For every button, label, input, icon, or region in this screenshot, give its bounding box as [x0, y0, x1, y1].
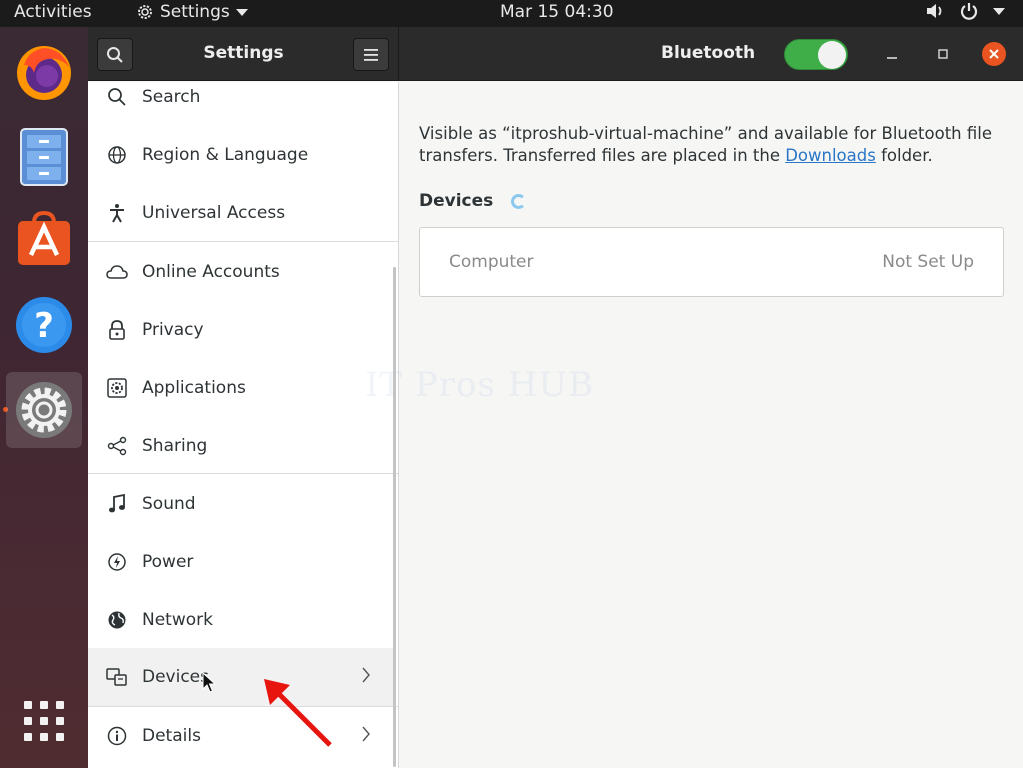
devices-heading: Devices	[419, 191, 494, 211]
file-cabinet-icon	[20, 128, 68, 186]
help-icon: ?	[16, 297, 72, 353]
sidebar-item-network[interactable]: Network	[88, 591, 393, 649]
sidebar-item-label: Universal Access	[142, 203, 286, 223]
dock-settings[interactable]	[6, 372, 82, 448]
visibility-description: Visible as “itproshub-virtual-machine” a…	[419, 123, 1009, 167]
firefox-icon	[17, 46, 71, 100]
volume-icon	[927, 4, 942, 18]
sidebar-item-sharing[interactable]: Sharing	[88, 417, 393, 475]
share-icon	[106, 435, 128, 457]
network-globe-icon	[106, 609, 128, 631]
sidebar-item-label: Sound	[142, 494, 196, 514]
sidebar-item-label: Network	[142, 610, 213, 630]
device-list: Computer Not Set Up	[419, 227, 1004, 297]
hamburger-menu-icon	[364, 48, 378, 61]
dock-help[interactable]: ?	[6, 287, 82, 363]
sidebar-item-online-accounts[interactable]: Online Accounts	[88, 243, 393, 301]
sidebar-item-label: Power	[142, 552, 194, 572]
sidebar-item-universal-access[interactable]: Universal Access	[88, 184, 393, 242]
sidebar-item-applications[interactable]: Applications	[88, 359, 393, 417]
red-arrow-annotation	[264, 679, 332, 747]
device-name: Computer	[449, 252, 534, 272]
sidebar-item-label: Sharing	[142, 436, 208, 456]
description-text-end: folder.	[875, 146, 933, 165]
sidebar-item-label: Applications	[142, 378, 246, 398]
info-icon	[106, 725, 128, 747]
globe-icon	[106, 144, 128, 166]
dock-firefox[interactable]	[6, 35, 82, 111]
top-bar: Activities Settings Mar 15 04:30	[0, 0, 1023, 27]
app-menu[interactable]: Settings	[136, 2, 248, 22]
lock-icon	[106, 319, 128, 341]
dock-files[interactable]	[6, 119, 82, 195]
sidebar-divider	[88, 473, 398, 474]
chevron-right-icon	[361, 665, 371, 689]
header-bar: Settings Bluetooth	[88, 27, 1023, 81]
sidebar-item-label: Privacy	[142, 320, 204, 340]
sidebar-item-search[interactable]: Search	[88, 82, 393, 126]
chevron-down-icon	[235, 8, 248, 16]
clock[interactable]: Mar 15 04:30	[500, 2, 614, 22]
sidebar-item-devices[interactable]: Devices	[88, 648, 393, 706]
sidebar-item-label: Details	[142, 726, 201, 746]
mouse-cursor-icon	[202, 672, 216, 693]
gear-icon	[138, 5, 152, 19]
loading-spinner-icon	[511, 193, 527, 209]
system-tray[interactable]	[925, 1, 1005, 21]
power-icon	[960, 3, 978, 20]
chevron-right-icon	[361, 724, 371, 748]
menu-button[interactable]	[353, 38, 389, 71]
dock-software[interactable]	[6, 199, 82, 275]
bluetooth-toggle[interactable]	[784, 39, 848, 70]
app-grid-icon	[24, 701, 64, 741]
sidebar-item-label: Devices	[142, 667, 209, 687]
settings-sidebar: Search Region & Language Universal Acces…	[88, 82, 399, 768]
devices-icon	[106, 666, 128, 688]
dock: ?	[0, 27, 88, 768]
sidebar-item-region-language[interactable]: Region & Language	[88, 126, 393, 184]
toggle-knob	[818, 41, 846, 69]
sidebar-item-privacy[interactable]: Privacy	[88, 301, 393, 359]
sidebar-item-sound[interactable]: Sound	[88, 475, 393, 533]
close-icon	[989, 49, 999, 59]
applications-icon	[106, 377, 128, 399]
sidebar-item-details[interactable]: Details	[88, 707, 393, 765]
sidebar-item-label: Search	[142, 87, 201, 107]
downloads-link[interactable]: Downloads	[785, 146, 876, 165]
sidebar-item-label: Online Accounts	[142, 262, 280, 282]
maximize-icon	[938, 49, 948, 59]
music-note-icon	[106, 493, 128, 515]
bluetooth-panel: Visible as “itproshub-virtual-machine” a…	[400, 82, 1023, 768]
sidebar-divider	[88, 241, 398, 242]
accessibility-icon	[106, 202, 128, 224]
device-status: Not Set Up	[882, 252, 974, 272]
panel-title: Bluetooth	[661, 43, 756, 63]
activities-button[interactable]: Activities	[14, 2, 92, 22]
app-menu-label: Settings	[160, 2, 230, 22]
minimize-icon	[887, 57, 897, 59]
settings-gear-icon	[16, 382, 72, 438]
chevron-down-icon	[993, 7, 1005, 15]
maximize-button[interactable]	[932, 43, 954, 65]
dock-show-applications[interactable]	[6, 683, 82, 759]
close-button[interactable]	[982, 42, 1006, 66]
search-icon	[106, 86, 128, 108]
sidebar-scrollbar[interactable]	[393, 267, 396, 767]
sidebar-item-power[interactable]: Power	[88, 533, 393, 591]
minimize-button[interactable]	[881, 43, 903, 65]
power-icon	[106, 551, 128, 573]
watermark: IT Pros HUB	[365, 365, 595, 405]
sidebar-header: Settings	[88, 27, 399, 81]
sidebar-item-label: Region & Language	[142, 145, 309, 165]
devices-header: Devices	[419, 191, 527, 211]
cloud-icon	[106, 261, 128, 283]
svg-text:?: ?	[34, 306, 54, 346]
software-bag-icon	[18, 210, 70, 265]
